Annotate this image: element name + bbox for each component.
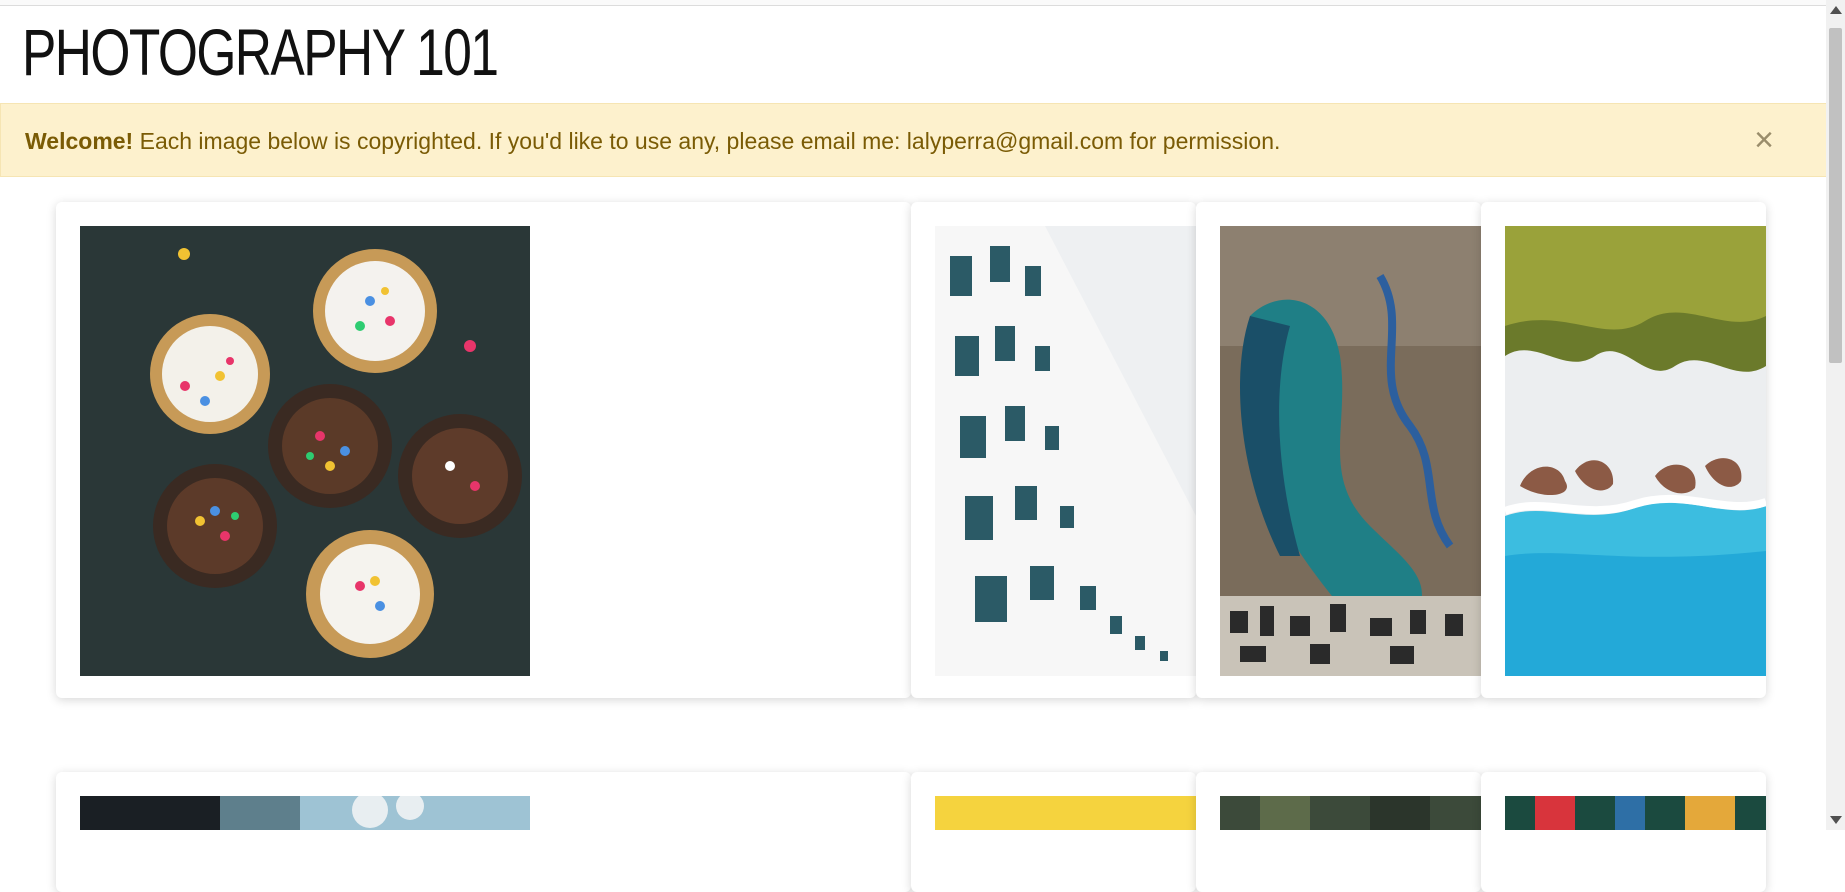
alert-message: Welcome! Each image below is copyrighted… <box>25 128 1280 155</box>
close-icon[interactable]: × <box>1746 122 1782 158</box>
gallery-card-cupcakes[interactable] <box>56 202 911 698</box>
page-scrollbar[interactable] <box>1826 0 1845 830</box>
alert-body: Each image below is copyrighted. If you'… <box>133 128 1281 154</box>
top-border <box>0 0 1826 6</box>
gallery-card-graffiti[interactable] <box>1481 772 1766 892</box>
gallery-card-city[interactable] <box>56 772 911 892</box>
scroll-up-icon[interactable] <box>1830 6 1842 14</box>
cupcakes-photo[interactable] <box>80 226 530 676</box>
scrollbar-thumb[interactable] <box>1829 28 1842 363</box>
page-title: PHOTOGRAPHY 101 <box>22 15 499 89</box>
gallery-card-beach[interactable] <box>1481 202 1766 698</box>
mural-photo[interactable] <box>1220 226 1481 676</box>
beach-photo[interactable] <box>1505 226 1766 676</box>
gallery-card-yellow[interactable] <box>911 772 1196 892</box>
gallery-card-building[interactable] <box>911 202 1196 698</box>
city-photo[interactable] <box>80 796 530 830</box>
yellow-photo[interactable] <box>935 796 1196 830</box>
scroll-down-icon[interactable] <box>1830 816 1842 824</box>
alert-strong: Welcome! <box>25 128 134 154</box>
gallery-card-palms[interactable] <box>1196 772 1481 892</box>
building-photo[interactable] <box>935 226 1196 676</box>
graffiti-photo[interactable] <box>1505 796 1766 830</box>
welcome-alert: Welcome! Each image below is copyrighted… <box>0 103 1827 177</box>
palms-photo[interactable] <box>1220 796 1481 830</box>
gallery-card-mural[interactable] <box>1196 202 1481 698</box>
